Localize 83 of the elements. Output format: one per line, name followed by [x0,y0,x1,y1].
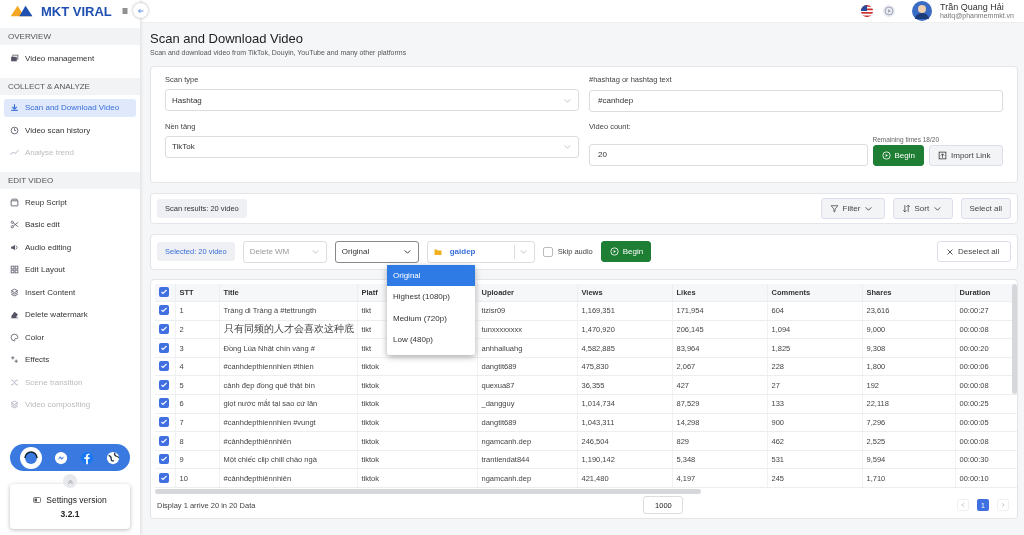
close-icon [946,247,954,256]
import-link-button[interactable]: Import Link [929,144,1003,166]
download-icon [10,103,19,112]
checkbox[interactable] [159,435,169,446]
chevron-up-icon [66,477,74,485]
play-icon [881,4,896,18]
clock-icon [10,125,19,135]
folder-icon [433,247,442,256]
scan-type-select[interactable]: Hashtag [165,89,579,111]
layers-icon [10,400,19,409]
speaker-icon [10,242,19,252]
sidebar-item[interactable]: Audio editing [4,238,136,256]
checkbox[interactable] [159,342,169,353]
folder-select[interactable]: gaidep [426,240,535,263]
begin-button[interactable]: Begin [600,241,651,262]
filter-icon [829,203,839,213]
checkbox[interactable] [159,379,169,390]
app-logo: MKT VIRAL [41,3,112,19]
menu-option[interactable]: Original [387,264,475,286]
chevron-down-icon [563,142,572,151]
avatar-icon [911,1,932,21]
checkbox[interactable] [159,416,169,427]
flag-icon [859,4,874,18]
clapperboard-icon [10,197,19,207]
chevron-left-icon [960,502,966,509]
scissors-icon [10,220,19,229]
settings-label: Settings version [46,494,107,505]
section-header: COLLECT & ANALYZE [0,77,140,95]
sidebar-item[interactable]: Color [4,328,136,346]
video-count-field[interactable]: 20 [589,143,868,166]
play-circle-icon [881,150,891,160]
sidebar-item[interactable]: Video scan history [4,121,136,139]
trend-icon [10,148,19,157]
chevron-down-icon [310,247,320,256]
messenger-icon [54,450,68,465]
checkbox[interactable] [159,398,169,409]
eraser-icon [10,310,19,319]
sidebar-item[interactable]: Basic edit [4,215,136,234]
upload-icon [938,150,947,160]
sidebar-item[interactable]: Effects [4,350,136,369]
filter-button[interactable]: Filter [820,197,885,219]
section-header: OVERVIEW [0,28,140,45]
sidebar-item[interactable]: Edit Layout [4,260,136,279]
begin-button[interactable]: Begin [872,144,924,166]
sort-button[interactable]: Sort [892,197,953,219]
menu-icon [120,7,129,15]
quality-select[interactable]: Original [334,240,419,263]
facebook-icon [80,450,94,465]
sparkles-icon [10,355,19,364]
palette-icon [10,332,19,342]
grid-icon [10,265,19,274]
checkbox[interactable] [159,305,169,316]
deselect-all-button[interactable]: Deselect all [937,241,1011,262]
sidebar-item[interactable]: Video management [4,49,136,67]
section-header: EDIT VIDEO [0,172,140,189]
sort-icon [901,203,911,213]
checkbox[interactable] [159,454,169,465]
sidebar-item[interactable]: Scan and Download Video [4,98,136,117]
checkbox[interactable] [542,246,553,257]
globe-icon [106,450,120,465]
layers-icon [10,287,19,297]
checkbox[interactable] [159,324,169,334]
table-cell: 只有同频的人才会喜欢这种底 [219,320,357,339]
video-stack-icon [10,53,19,63]
user-name: Trần Quang Hải [939,1,1005,13]
shuffle-icon [10,377,19,387]
chevron-down-icon [518,247,528,256]
sidebar-item[interactable]: Delete watermark [4,305,136,324]
play-circle-icon [609,247,619,256]
checkbox[interactable] [159,361,169,372]
toggle-icon [33,495,42,504]
sidebar-item[interactable]: Reup Script [4,193,136,211]
page-title: Scan and Download Video [150,31,304,46]
sidebar-item[interactable]: Insert Content [4,283,136,301]
chevron-down-icon [402,247,412,256]
version-number: 3.2.1 [60,508,80,519]
select-all-button[interactable]: Select all [960,197,1011,219]
hashtag-field[interactable]: #canhdep [589,89,1003,112]
checkbox[interactable] [159,286,169,297]
checkbox[interactable] [159,472,169,483]
platform-select[interactable]: TikTok [165,135,579,158]
arrow-left-icon [136,6,145,15]
chevron-right-icon [1000,502,1006,509]
